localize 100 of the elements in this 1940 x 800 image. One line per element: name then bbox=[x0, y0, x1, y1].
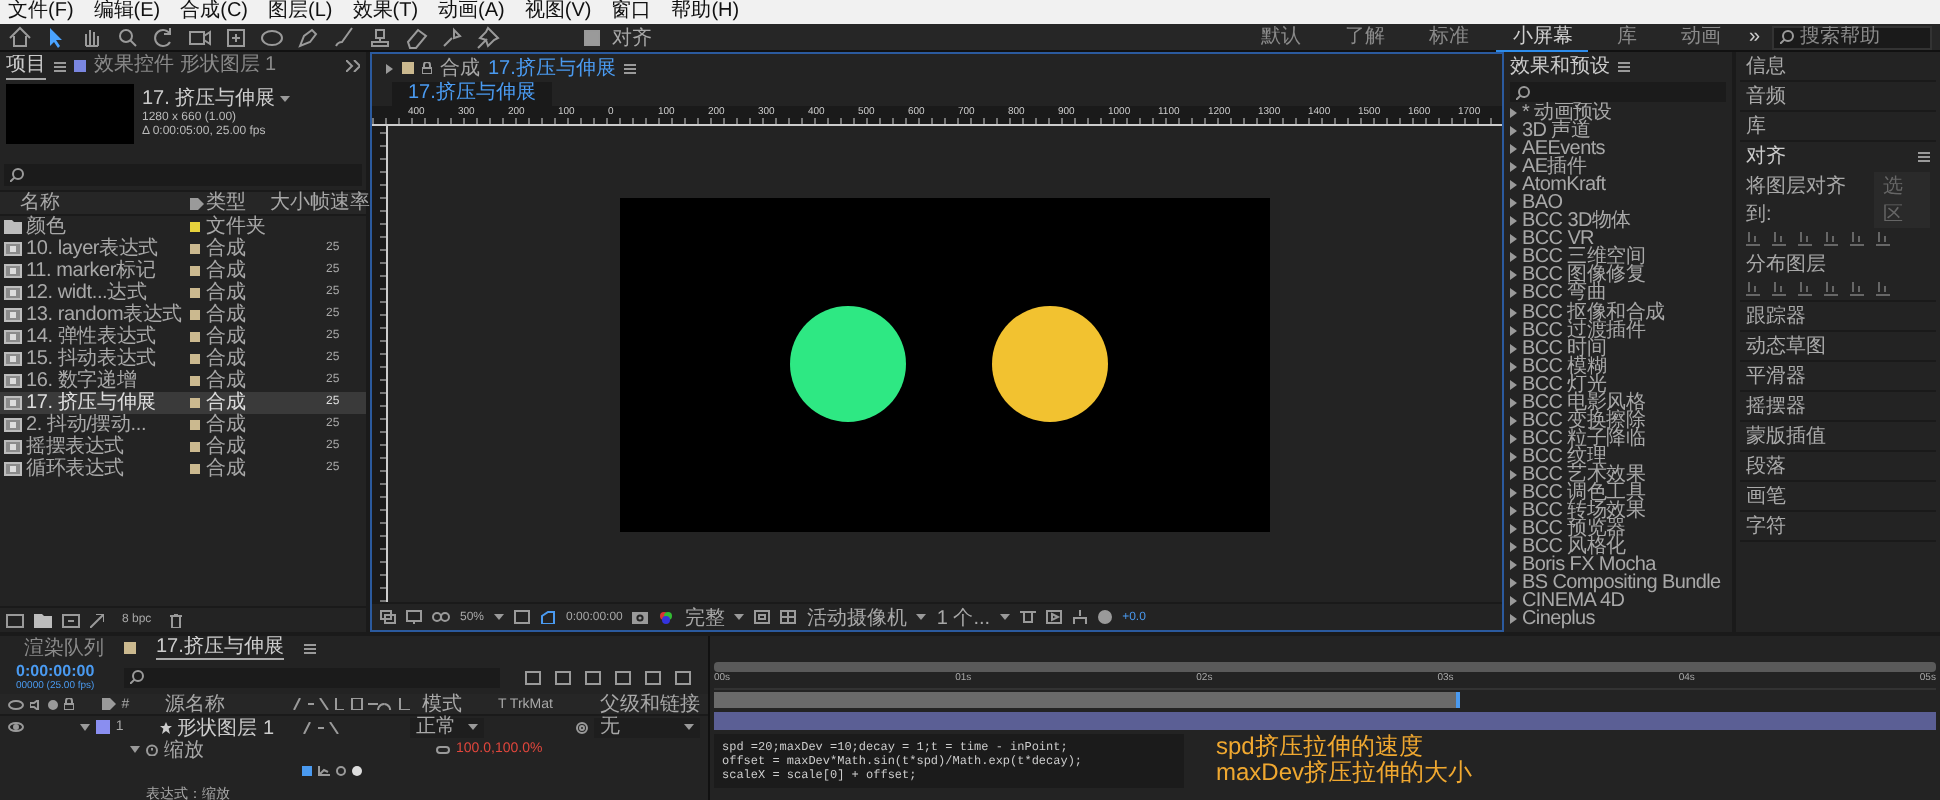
project-item[interactable]: 摇摆表达式 bbox=[0, 436, 190, 458]
fit-icon[interactable] bbox=[514, 610, 531, 624]
parent-dropdown[interactable]: 无 bbox=[594, 717, 701, 737]
render-icon[interactable] bbox=[90, 613, 104, 627]
roto-brush-icon[interactable] bbox=[440, 25, 464, 49]
hand-icon[interactable] bbox=[80, 25, 104, 49]
timeline-search-field[interactable] bbox=[123, 667, 500, 687]
more-workspaces[interactable]: » bbox=[1748, 26, 1760, 48]
effect-category[interactable]: BCC 艺术效果 bbox=[1504, 465, 1732, 484]
workspace-tab[interactable]: 默认 bbox=[1244, 23, 1317, 51]
align-option-icon[interactable] bbox=[1772, 232, 1786, 246]
mask-outline-icon[interactable] bbox=[540, 610, 557, 624]
color-channel-icon[interactable] bbox=[658, 610, 675, 624]
panel-header[interactable]: 音频 bbox=[1740, 82, 1936, 112]
interpret-footage-icon[interactable] bbox=[6, 613, 24, 627]
effect-category[interactable]: BCC 过渡插件 bbox=[1504, 321, 1732, 340]
panel-header[interactable]: 信息 bbox=[1740, 52, 1936, 82]
effect-category[interactable]: BCC 图像修复 bbox=[1504, 266, 1732, 285]
mask-view-icon[interactable] bbox=[432, 610, 450, 624]
brush-icon[interactable] bbox=[332, 25, 356, 49]
workspace-tab[interactable]: 动画 bbox=[1664, 23, 1737, 51]
panel-header[interactable]: 平滑器 bbox=[1740, 362, 1936, 392]
effect-category[interactable]: BCC 预览器 bbox=[1504, 520, 1732, 539]
project-item[interactable]: 10. layer表达式 bbox=[0, 238, 190, 260]
effect-category[interactable]: Boris FX Mocha bbox=[1504, 556, 1732, 575]
effect-category[interactable]: BCC 纹理 bbox=[1504, 447, 1732, 466]
layer-switches-icon[interactable] bbox=[302, 721, 343, 733]
menu-icon[interactable] bbox=[303, 643, 316, 653]
align-option-icon[interactable] bbox=[1824, 232, 1838, 246]
workspace-tab[interactable]: 库 bbox=[1600, 23, 1653, 51]
blend-mode-dropdown[interactable]: 正常 bbox=[410, 717, 485, 737]
home-icon[interactable] bbox=[8, 25, 32, 49]
project-item[interactable]: 2. 抖动/摆动... bbox=[0, 414, 190, 436]
project-item[interactable]: 15. 抖动表达式 bbox=[0, 348, 190, 370]
effect-category[interactable]: BCC 弯曲 bbox=[1504, 284, 1732, 304]
workspace-tab[interactable]: 标准 bbox=[1412, 23, 1485, 51]
stamp-icon[interactable] bbox=[368, 25, 392, 49]
panel-header[interactable]: 对齐 bbox=[1746, 144, 1786, 170]
align-option-icon[interactable] bbox=[1798, 282, 1812, 296]
pointer-icon[interactable] bbox=[44, 25, 68, 49]
flowchart-icon[interactable] bbox=[1072, 610, 1089, 624]
stopwatch-icon[interactable] bbox=[146, 743, 158, 755]
double-chevron-icon[interactable] bbox=[346, 60, 360, 72]
align-option-icon[interactable] bbox=[1876, 282, 1890, 296]
project-item[interactable]: 16. 数字递增 bbox=[0, 370, 190, 392]
effect-category[interactable]: BCC 变换擦除 bbox=[1504, 411, 1732, 430]
menu-icon[interactable] bbox=[1618, 61, 1630, 71]
panel-header[interactable]: 动态草图 bbox=[1740, 332, 1936, 362]
expanded-arrow-icon[interactable] bbox=[130, 744, 140, 754]
expression-menu-icon[interactable] bbox=[352, 766, 362, 776]
view-layout-dropdown[interactable]: 1 个... bbox=[936, 603, 991, 631]
layer-name[interactable]: 形状图层 1 bbox=[177, 713, 297, 741]
effect-category[interactable]: CINEMA 4D bbox=[1504, 592, 1732, 611]
trash-icon[interactable] bbox=[169, 613, 182, 627]
project-item[interactable]: 12. widt...达式 bbox=[0, 282, 190, 304]
effect-category[interactable]: BCC 调色工具 bbox=[1504, 483, 1732, 503]
camera-view-dropdown[interactable]: 活动摄像机 bbox=[806, 603, 907, 631]
panel-header[interactable]: 跟踪器 bbox=[1740, 302, 1936, 332]
snap-checkbox[interactable] bbox=[584, 29, 600, 45]
lock-icon[interactable] bbox=[422, 62, 432, 74]
pan-behind-icon[interactable] bbox=[224, 25, 248, 49]
effect-category[interactable]: BCC VR bbox=[1504, 230, 1732, 249]
collapsed-arrow-icon[interactable] bbox=[384, 63, 394, 73]
panel-tab[interactable]: 项目 bbox=[6, 53, 46, 79]
effect-category[interactable]: AEEvents bbox=[1504, 140, 1732, 159]
effect-category[interactable]: BCC 风格化 bbox=[1504, 538, 1732, 557]
snapshot-camera-icon[interactable] bbox=[632, 610, 649, 624]
ellipse-icon[interactable] bbox=[260, 25, 284, 49]
exposure-icon[interactable] bbox=[1098, 610, 1113, 624]
effect-category[interactable]: BCC 粒子降临 bbox=[1504, 429, 1732, 448]
render-preview-icon[interactable] bbox=[1046, 610, 1063, 624]
expanded-arrow-icon[interactable] bbox=[79, 722, 90, 732]
menu-item[interactable]: 帮助(H) bbox=[671, 0, 740, 24]
composition-subtab[interactable]: 17.挤压与伸展 bbox=[392, 82, 552, 106]
magnifier-icon[interactable] bbox=[116, 25, 140, 49]
align-option-icon[interactable] bbox=[1876, 232, 1890, 246]
menu-item[interactable]: 图层(L) bbox=[268, 0, 333, 24]
effect-category[interactable]: Cineplus bbox=[1504, 610, 1732, 629]
align-option-icon[interactable] bbox=[1798, 232, 1812, 246]
panel-header[interactable]: 库 bbox=[1740, 112, 1936, 142]
pick-whip-icon[interactable] bbox=[336, 766, 346, 776]
align-option-icon[interactable] bbox=[1772, 282, 1786, 296]
link-icon[interactable] bbox=[436, 745, 450, 753]
pin-icon[interactable] bbox=[476, 25, 500, 49]
transparency-grid-icon[interactable] bbox=[780, 610, 797, 624]
panel-header[interactable]: 摇摆器 bbox=[1740, 392, 1936, 422]
align-option-icon[interactable] bbox=[1850, 232, 1864, 246]
effect-category[interactable]: BCC 时间 bbox=[1504, 339, 1732, 358]
align-option-icon[interactable] bbox=[1746, 282, 1760, 296]
toggle-pixel-icon[interactable] bbox=[1020, 610, 1037, 624]
effect-category[interactable]: AtomKraft bbox=[1504, 176, 1732, 195]
project-item[interactable]: 17. 挤压与伸展 bbox=[0, 392, 190, 414]
menu-icon[interactable] bbox=[54, 61, 66, 71]
search-help-field[interactable]: 搜索帮助 bbox=[1772, 25, 1932, 49]
project-item[interactable]: 14. 弹性表达式 bbox=[0, 326, 190, 348]
panel-tab[interactable]: 渲染队列 bbox=[24, 637, 104, 659]
panel-header[interactable]: 段落 bbox=[1740, 452, 1936, 482]
effect-category[interactable]: AE插件 bbox=[1504, 158, 1732, 177]
pen-icon[interactable] bbox=[296, 25, 320, 49]
align-option-icon[interactable] bbox=[1824, 282, 1838, 296]
